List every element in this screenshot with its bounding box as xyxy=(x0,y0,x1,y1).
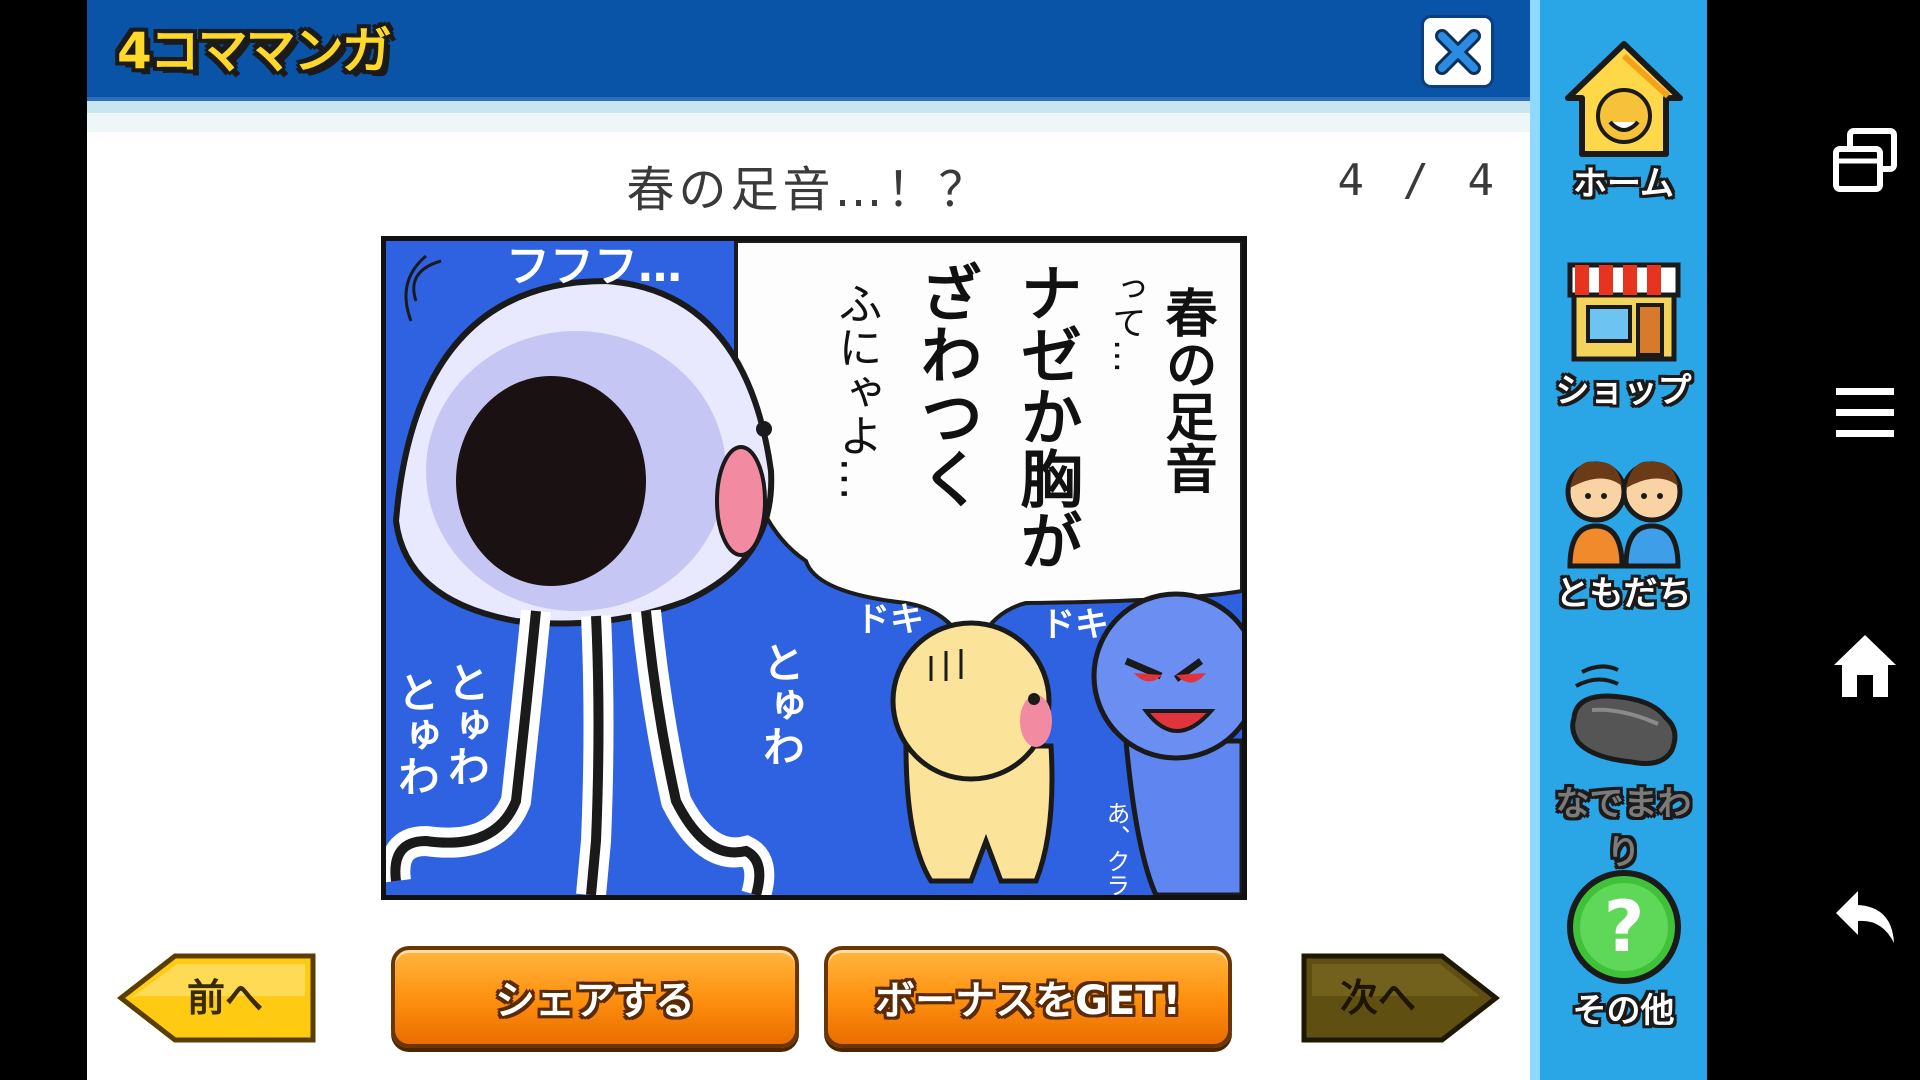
system-nav-bar xyxy=(1707,0,1920,1080)
comic-title: 春の足音…！？ xyxy=(626,162,991,218)
header-band-light xyxy=(87,113,1530,132)
next-page-button[interactable]: 次へ xyxy=(1300,952,1500,1044)
next-button-label: 次へ xyxy=(1340,976,1417,1020)
help-icon: ? xyxy=(1567,870,1681,984)
get-bonus-button[interactable]: ボーナスをGET! xyxy=(824,946,1232,1048)
speech-text-4: ざわつく xyxy=(910,261,983,509)
yellow-character xyxy=(890,620,1055,884)
sidebar-item-other[interactable]: ? その他 xyxy=(1540,865,1707,1055)
header-band xyxy=(87,101,1530,113)
app-logo-title: 4コママンガ xyxy=(117,22,392,80)
friends-icon xyxy=(1565,461,1683,569)
speech-text-5: ふにゃよ… xyxy=(831,281,882,501)
menu-button[interactable] xyxy=(1817,365,1913,461)
right-sidebar: ホーム ショップ ともだち なでまわり ? その他 xyxy=(1530,0,1707,1080)
comic-panel-image: 春の足音 って… ナゼか胸が ざわつく ふにゃよ… フフフ… ドキ ドキ とゅわ… xyxy=(381,236,1247,900)
prev-button-label: 前へ xyxy=(187,976,264,1020)
sidebar-item-home-label: ホーム xyxy=(1573,164,1674,204)
manga-viewer-panel: 4コママンガ 春の足音…！？ 4 / 4 春の足音 って… ナゼか胸が ざわつく… xyxy=(87,0,1530,1080)
sidebar-item-other-label: その他 xyxy=(1572,991,1675,1031)
menu-icon xyxy=(1836,388,1894,437)
sfx-doki-1: ドキ xyxy=(856,600,924,640)
shop-icon xyxy=(1567,262,1681,362)
back-icon xyxy=(1836,891,1894,943)
sidebar-item-home[interactable]: ホーム xyxy=(1540,38,1707,228)
sidebar-item-petting[interactable]: なでまわり xyxy=(1540,658,1707,873)
close-icon xyxy=(1434,28,1481,75)
left-screen-margin xyxy=(0,0,87,1080)
share-button-label: シェアする xyxy=(495,978,695,1024)
back-button[interactable] xyxy=(1817,868,1913,964)
sfx-doki-2: ドキ xyxy=(1041,605,1109,645)
close-button[interactable] xyxy=(1421,15,1494,88)
speech-text-3: ナゼか胸が xyxy=(1010,261,1083,571)
sfx-fufufu: フフフ… xyxy=(506,241,682,292)
sfx-toyuwa-left-2: とゅわ xyxy=(442,661,491,787)
prev-page-button[interactable]: 前へ xyxy=(117,952,317,1044)
speech-text-2: って… xyxy=(1106,271,1146,373)
recent-apps-button[interactable] xyxy=(1817,112,1913,208)
svg-text:?: ? xyxy=(1604,886,1645,968)
bonus-button-label: ボーナスをGET! xyxy=(875,978,1181,1024)
sidebar-item-friends-label: ともだち xyxy=(1555,574,1692,614)
recent-apps-icon xyxy=(1833,128,1897,192)
sidebar-edge xyxy=(1530,0,1540,1080)
sidebar-item-friends[interactable]: ともだち xyxy=(1540,448,1707,638)
nav-bar-spacer xyxy=(1707,0,1795,1080)
sfx-toyuwa-right: とゅわ xyxy=(757,641,806,767)
sfx-toyuwa-left-1: とゅわ xyxy=(392,671,441,797)
sidebar-item-petting-label: なでまわり xyxy=(1555,784,1692,873)
petting-hand-icon xyxy=(1570,664,1678,766)
sfx-aa-kurage: あ、クラゲ xyxy=(1102,801,1130,895)
speech-text-1: 春の足音 xyxy=(1156,286,1217,494)
home-icon xyxy=(1565,41,1683,157)
system-home-icon xyxy=(1834,635,1896,697)
sidebar-item-shop[interactable]: ショップ xyxy=(1540,245,1707,435)
sidebar-item-shop-label: ショップ xyxy=(1555,371,1692,411)
share-button[interactable]: シェアする xyxy=(391,946,799,1048)
home-button[interactable] xyxy=(1817,618,1913,714)
page-indicator: 4 / 4 xyxy=(1337,155,1500,206)
